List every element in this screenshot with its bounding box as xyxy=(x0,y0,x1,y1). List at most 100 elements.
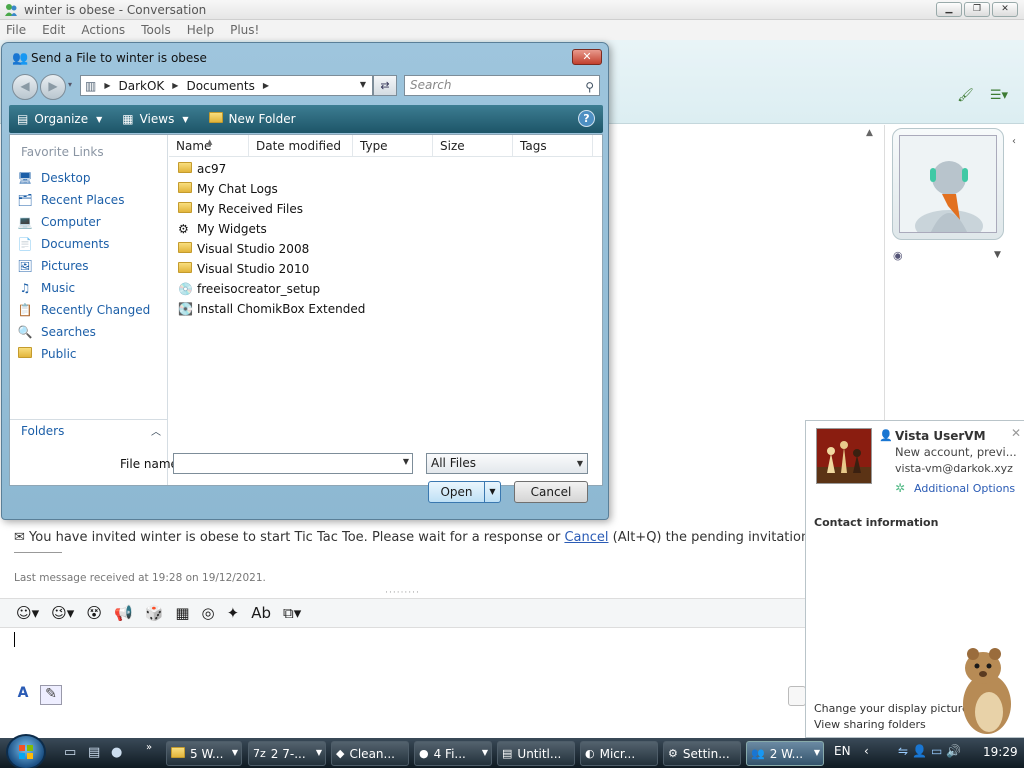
address-bar[interactable]: ▥ ▶ DarkOK ▶ Documents ▶ ▼ xyxy=(80,75,373,96)
list-item[interactable]: Visual Studio 2008 xyxy=(178,239,365,259)
cancel-invitation-link[interactable]: Cancel xyxy=(564,530,608,545)
breadcrumb-separator-icon[interactable]: ▶ xyxy=(263,81,269,90)
volume-icon[interactable]: 🔊 xyxy=(946,744,961,758)
menu-file[interactable]: File xyxy=(6,23,26,37)
collapse-sidebar-icon[interactable]: ‹ xyxy=(1012,136,1016,147)
favorite-link-music[interactable]: ♫ Music xyxy=(16,277,150,299)
message-input[interactable] xyxy=(6,628,805,682)
taskbar-item-microsoft[interactable]: ◐ Micr... xyxy=(580,741,658,766)
favorite-link-public[interactable]: Public xyxy=(16,343,150,365)
handwriting-icon[interactable]: ✎ xyxy=(40,685,62,705)
language-indicator[interactable]: EN xyxy=(834,744,851,758)
favorite-link-pictures[interactable]: 🖼 Pictures xyxy=(16,255,150,277)
list-item[interactable]: 💽 Install ChomikBox Extended xyxy=(178,299,365,319)
help-icon[interactable]: ? xyxy=(578,110,595,127)
start-button[interactable] xyxy=(6,734,46,768)
file-name-input[interactable]: ▼ xyxy=(173,453,413,474)
list-item[interactable]: My Received Files xyxy=(178,199,365,219)
favorite-link-searches[interactable]: 🔍 Searches xyxy=(16,321,150,343)
breadcrumb-separator-icon[interactable]: ▶ xyxy=(172,81,178,90)
activities-icon[interactable]: ✦ xyxy=(227,604,240,622)
clock[interactable]: 19:29 xyxy=(983,745,1018,759)
column-header-size[interactable]: Size xyxy=(433,135,513,156)
column-header-date-modified[interactable]: Date modified xyxy=(249,135,353,156)
show-desktop-icon[interactable]: ▭ xyxy=(64,745,76,760)
firefox-icon[interactable]: ● xyxy=(111,745,122,760)
emoticon-icon[interactable]: ☺▾ xyxy=(16,604,39,622)
minimize-button[interactable]: ▁ xyxy=(936,2,962,17)
dialog-close-button[interactable]: ✕ xyxy=(572,49,602,65)
taskbar-item-messenger[interactable]: 👥 2 W... ▼ xyxy=(746,741,824,766)
send-button[interactable] xyxy=(788,686,806,706)
voice-clip-icon[interactable]: ◎ xyxy=(202,604,215,622)
brush-icon[interactable]: 🖌 xyxy=(957,88,974,103)
taskbar-item-cleaner[interactable]: ◆ Clean... xyxy=(331,741,409,766)
cancel-button[interactable]: Cancel xyxy=(514,481,588,503)
favorite-link-computer[interactable]: 💻 Computer xyxy=(16,211,150,233)
search-input[interactable]: Search ⚲ xyxy=(404,75,600,96)
taskbar-item-firefox[interactable]: ● 4 Fi... ▼ xyxy=(414,741,492,766)
menu-plus[interactable]: Plus! xyxy=(230,23,259,37)
backgrounds-icon[interactable]: ▦ xyxy=(175,604,189,622)
nudge-icon[interactable]: 📢 xyxy=(114,604,133,622)
forward-button[interactable]: ▶ xyxy=(40,74,66,100)
menu-help[interactable]: Help xyxy=(187,23,214,37)
games-icon[interactable]: 🎲 xyxy=(145,604,164,622)
column-header-type[interactable]: Type xyxy=(353,135,433,156)
additional-options-link[interactable]: Additional Options xyxy=(914,482,1015,495)
search-icon[interactable]: ⚲ xyxy=(585,78,594,97)
quick-launch-more-icon[interactable]: » xyxy=(146,742,152,753)
messenger-tray-icon[interactable]: 👤 xyxy=(912,744,927,758)
contact-avatar-frame[interactable] xyxy=(892,128,1004,240)
scroll-up-icon[interactable]: ▲ xyxy=(866,128,873,138)
refresh-icon[interactable]: ⇄ xyxy=(373,75,397,96)
menu-actions[interactable]: Actions xyxy=(81,23,125,37)
menu-tools[interactable]: Tools xyxy=(141,23,171,37)
taskbar-item-7zip[interactable]: 7z 2 7-... ▼ xyxy=(248,741,326,766)
new-folder-button[interactable]: New Folder xyxy=(208,112,296,126)
wink-icon[interactable]: 😉▾ xyxy=(51,604,74,622)
favorite-link-recent-places[interactable]: 🗂 Recent Places xyxy=(16,189,150,211)
chevron-down-icon[interactable]: ▼ xyxy=(403,457,409,466)
column-header-name[interactable]: ▲ Name xyxy=(169,135,249,156)
spell-icon[interactable]: Ab xyxy=(251,604,271,622)
favorite-link-desktop[interactable]: 🖥 Desktop xyxy=(16,167,150,189)
chevron-left-icon[interactable]: ‹ xyxy=(864,744,869,758)
column-header-tags[interactable]: Tags xyxy=(513,135,593,156)
back-button[interactable]: ◀ xyxy=(12,74,38,100)
menu-edit[interactable]: Edit xyxy=(42,23,65,37)
switch-windows-icon[interactable]: ▤ xyxy=(88,745,100,760)
list-item[interactable]: Visual Studio 2010 xyxy=(178,259,365,279)
organize-button[interactable]: ▤ Organize ▼ xyxy=(17,112,102,126)
show-menu-icon[interactable]: ☰▾ xyxy=(990,88,1008,103)
list-item[interactable]: ac97 xyxy=(178,159,365,179)
share-icon[interactable]: ⧉▾ xyxy=(283,604,301,622)
close-icon[interactable]: ✕ xyxy=(1011,426,1021,440)
views-button[interactable]: ▦ Views ▼ xyxy=(122,112,188,126)
file-type-select[interactable]: All Files ▼ xyxy=(426,453,588,474)
breadcrumb-separator-icon[interactable]: ▶ xyxy=(104,81,110,90)
favorite-link-recently-changed[interactable]: 📋 Recently Changed xyxy=(16,299,151,321)
list-item[interactable]: 💿 freeisocreator_setup xyxy=(178,279,365,299)
folders-toggle[interactable]: Folders ︿ xyxy=(10,419,167,441)
network-icon[interactable]: ⇋ xyxy=(898,744,908,758)
favorite-link-documents[interactable]: 📄 Documents xyxy=(16,233,150,255)
breadcrumb-darkok[interactable]: DarkOK xyxy=(119,79,165,93)
taskbar-item-explorer[interactable]: 5 W... ▼ xyxy=(166,741,242,766)
taskbar-item-notepad[interactable]: ▤ Untitl... xyxy=(497,741,575,766)
taskbar-item-settings[interactable]: ⚙ Settin... xyxy=(663,741,741,766)
address-dropdown-icon[interactable]: ▼ xyxy=(360,80,366,89)
open-button[interactable]: Open ▼ xyxy=(428,481,501,503)
pane-splitter[interactable]: ········· xyxy=(0,589,805,598)
open-options-dropdown-icon[interactable]: ▼ xyxy=(484,482,500,502)
avatar-menu-dropdown-icon[interactable]: ▼ xyxy=(994,250,1001,260)
font-button[interactable]: A xyxy=(12,685,34,705)
change-display-picture-link[interactable]: Change your display picture xyxy=(814,702,969,715)
breadcrumb-documents[interactable]: Documents xyxy=(186,79,254,93)
display-icon[interactable]: ▭ xyxy=(931,744,942,758)
restore-button[interactable]: ❐ xyxy=(964,2,990,17)
nudge-face-icon[interactable]: 😵 xyxy=(86,604,102,622)
webcam-icon[interactable]: ◉ xyxy=(893,249,903,262)
close-button[interactable]: ✕ xyxy=(992,2,1018,17)
list-item[interactable]: My Chat Logs xyxy=(178,179,365,199)
